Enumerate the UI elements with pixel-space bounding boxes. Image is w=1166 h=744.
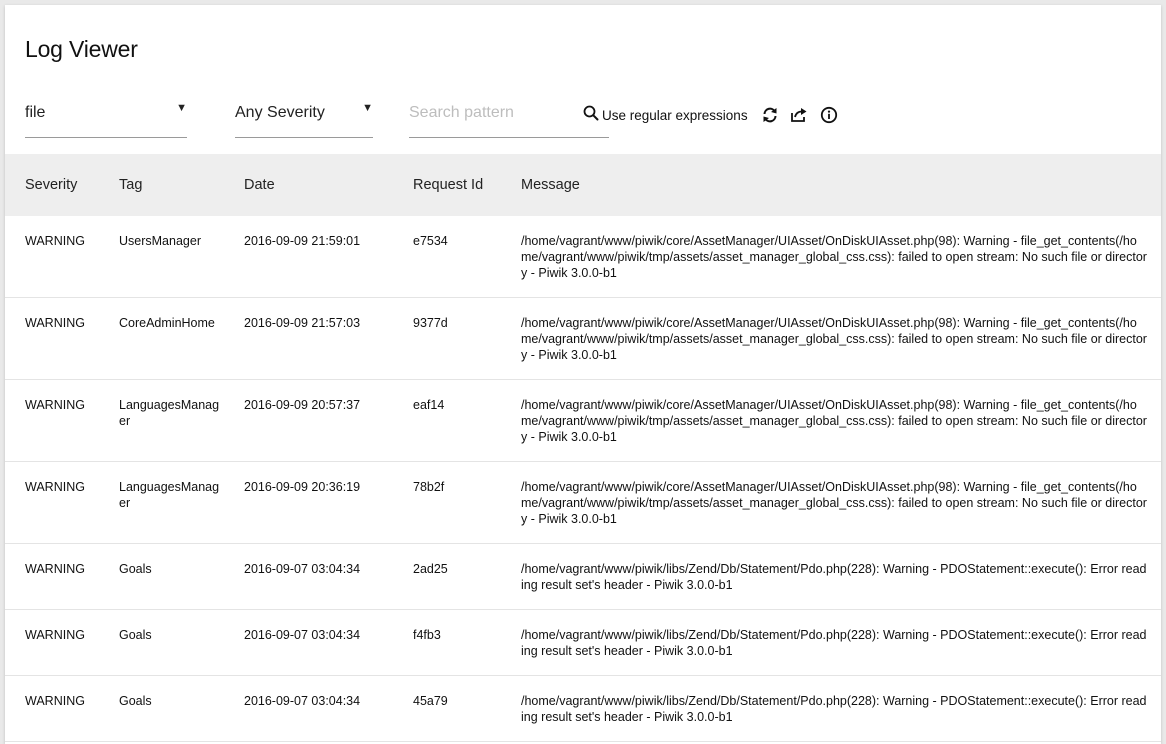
log-viewer-card: Log Viewer file ▼ Any Severity ▼ Use reg… [5,5,1161,744]
row-severity: WARNING [5,609,99,676]
row-date: 2016-09-09 21:57:03 [224,297,393,380]
refresh-icon[interactable] [761,106,779,124]
row-tag: LanguagesManager [99,379,224,462]
table-row: WARNING Goals 2016-09-07 03:04:34 f4fb3 … [5,609,1161,676]
table-row: WARNING CoreAdminHome 2016-09-09 21:57:0… [5,297,1161,380]
table-row: WARNING Goals 2016-09-07 03:04:34 45a79 … [5,675,1161,742]
row-tag: UsersManager [99,216,224,298]
row-tag: Goals [99,543,224,610]
row-tag: Goals [99,675,224,742]
row-date: 2016-09-07 03:04:34 [224,543,393,610]
caret-down-icon: ▼ [362,102,373,114]
row-message: /home/vagrant/www/piwik/libs/Zend/Db/Sta… [501,609,1161,676]
caret-down-icon: ▼ [176,102,187,114]
table-row: WARNING Goals 2016-09-07 03:04:34 2ad25 … [5,543,1161,610]
column-header-date: Date [244,177,275,193]
row-request-id: f4fb3 [393,609,501,676]
row-request-id: 78b2f [393,461,501,544]
search-pattern-input[interactable] [409,101,609,122]
row-date: 2016-09-09 20:36:19 [224,461,393,544]
file-select-value: file [25,104,46,121]
severity-select-value: Any Severity [235,104,325,121]
row-severity: WARNING [5,379,99,462]
row-severity: WARNING [5,675,99,742]
table-row: WARNING LanguagesManager 2016-09-09 20:3… [5,461,1161,544]
row-message: /home/vagrant/www/piwik/libs/Zend/Db/Sta… [501,675,1161,742]
table-row: WARNING LanguagesManager 2016-09-09 20:5… [5,379,1161,462]
row-date: 2016-09-09 21:59:01 [224,216,393,298]
file-select[interactable]: file ▼ [25,101,187,138]
column-header-tag: Tag [119,177,143,193]
row-tag: Goals [99,609,224,676]
row-severity: WARNING [5,543,99,610]
row-severity: WARNING [5,297,99,380]
row-request-id: 45a79 [393,675,501,742]
column-header-request-id: Request Id [413,177,484,193]
column-header-message: Message [521,177,580,193]
page-title: Log Viewer [25,36,138,62]
search-icon [583,105,599,126]
search-pattern-field [409,101,609,138]
row-request-id: 9377d [393,297,501,380]
use-regex-label: Use regular expressions [602,108,748,123]
row-date: 2016-09-07 03:04:34 [224,609,393,676]
severity-select[interactable]: Any Severity ▼ [235,101,373,138]
row-request-id: eaf14 [393,379,501,462]
row-message: /home/vagrant/www/piwik/libs/Zend/Db/Sta… [501,543,1161,610]
row-tag: CoreAdminHome [99,297,224,380]
table-header-row: Severity Tag Date Request Id Message [5,154,1161,216]
use-regex-toggle[interactable]: Use regular expressions [583,105,748,126]
row-severity: WARNING [5,216,99,298]
row-tag: LanguagesManager [99,461,224,544]
row-message: /home/vagrant/www/piwik/core/AssetManage… [501,297,1161,380]
row-date: 2016-09-09 20:57:37 [224,379,393,462]
row-request-id: e7534 [393,216,501,298]
table-row: WARNING UsersManager 2016-09-09 21:59:01… [5,216,1161,298]
export-icon[interactable] [790,106,808,124]
row-severity: WARNING [5,461,99,544]
row-message: /home/vagrant/www/piwik/core/AssetManage… [501,379,1161,462]
row-request-id: 2ad25 [393,543,501,610]
row-message: /home/vagrant/www/piwik/core/AssetManage… [501,216,1161,298]
log-table: Severity Tag Date Request Id Message WAR… [5,154,1161,744]
info-icon[interactable] [820,106,838,124]
row-message: /home/vagrant/www/piwik/core/AssetManage… [501,461,1161,544]
row-date: 2016-09-07 03:04:34 [224,675,393,742]
column-header-severity: Severity [25,177,78,193]
